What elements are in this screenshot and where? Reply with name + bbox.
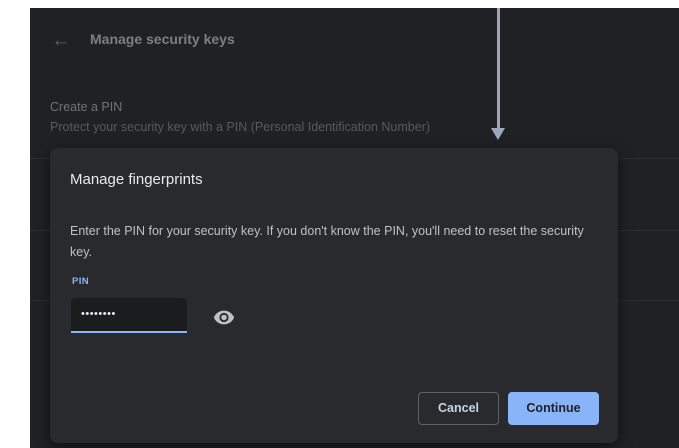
settings-page: ← Manage security keys Create a PIN Prot… bbox=[30, 8, 679, 448]
annotation-arrow-icon bbox=[491, 128, 505, 140]
create-pin-title[interactable]: Create a PIN bbox=[50, 100, 122, 114]
manage-fingerprints-dialog: Manage fingerprints Enter the PIN for yo… bbox=[50, 148, 618, 443]
eye-icon bbox=[213, 310, 235, 325]
dialog-message: Enter the PIN for your security key. If … bbox=[70, 224, 584, 259]
annotation-arrow-line bbox=[497, 8, 500, 130]
show-pin-button[interactable] bbox=[213, 306, 235, 328]
page-header: ← Manage security keys bbox=[30, 8, 679, 72]
cancel-button[interactable]: Cancel bbox=[418, 392, 499, 425]
page-title: Manage security keys bbox=[90, 31, 235, 47]
pin-label: PIN bbox=[72, 276, 90, 287]
arrow-back-icon: ← bbox=[51, 30, 71, 51]
create-pin-subtitle: Protect your security key with a PIN (Pe… bbox=[50, 120, 431, 134]
back-button[interactable]: ← bbox=[46, 26, 76, 56]
continue-button[interactable]: Continue bbox=[508, 392, 599, 425]
pin-input[interactable]: •••••••• bbox=[71, 298, 187, 333]
dialog-title: Manage fingerprints bbox=[70, 171, 203, 188]
